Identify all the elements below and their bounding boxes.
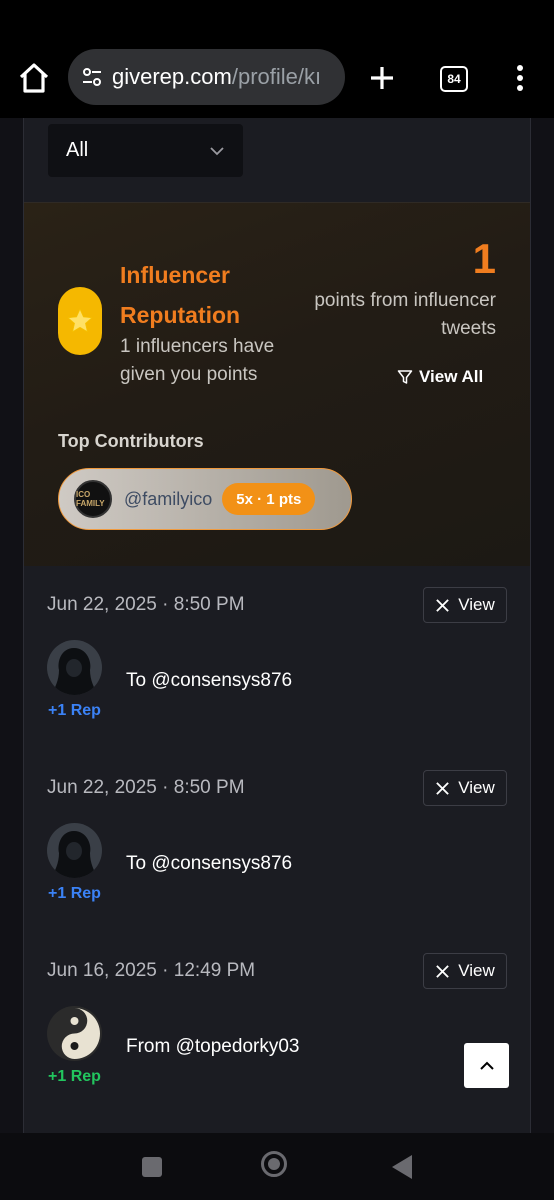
entry-date: Jun 22, 2025 · 8:50 PM [47, 594, 245, 615]
url-host: giverep.com [112, 64, 232, 89]
home-nav-icon[interactable] [261, 1151, 287, 1177]
reputation-points-label: points from influencer tweets [314, 290, 496, 339]
view-all-label: View All [419, 367, 484, 386]
view-tweet-button[interactable]: View [423, 770, 507, 806]
x-logo-icon [436, 964, 450, 978]
view-tweet-button[interactable]: View [423, 587, 507, 623]
list-item: Jun 22, 2025 · 8:50 PM View +1 Rep To @c… [24, 566, 530, 749]
avatar [47, 1006, 102, 1061]
reputation-points: 1 [472, 235, 496, 282]
back-icon[interactable] [392, 1155, 412, 1179]
rep-delta: +1 Rep [48, 1068, 101, 1085]
url-path: /profile/kı [231, 64, 322, 89]
scroll-to-top-button[interactable] [464, 1043, 509, 1088]
contributor-points-badge: 5x · 1 pts [222, 483, 316, 515]
filter-icon [397, 370, 413, 384]
avatar: ICO FAMILY [74, 480, 112, 518]
address-bar[interactable]: giverep.com/profile/kı [68, 49, 345, 105]
chevron-down-icon [210, 146, 224, 155]
influencer-reputation-card: Influencer Reputation 1 influencers have… [24, 203, 530, 566]
filter-selected-value: All [66, 139, 89, 161]
recents-icon[interactable] [142, 1157, 162, 1177]
url-text: giverep.com/profile/kı [112, 64, 321, 90]
avatar [47, 640, 102, 695]
entry-text: To @consensys876 [126, 853, 293, 874]
avatar [47, 823, 102, 878]
entry-date: Jun 22, 2025 · 8:50 PM [47, 777, 245, 798]
list-item: Jun 22, 2025 · 8:50 PM View +1 Rep To @c… [24, 749, 530, 932]
entry-date: Jun 16, 2025 · 12:49 PM [47, 960, 256, 981]
site-settings-icon[interactable] [80, 65, 104, 89]
star-icon [67, 308, 93, 333]
contributor-chip[interactable]: ICO FAMILY @familyico 5x · 1 pts [58, 468, 352, 530]
x-logo-icon [436, 781, 450, 795]
more-menu-icon[interactable] [510, 62, 530, 94]
new-tab-icon[interactable] [366, 62, 398, 94]
rep-delta: +1 Rep [48, 702, 101, 719]
entry-text: From @topedorky03 [126, 1036, 300, 1057]
page-content: All Influencer Reputation 1 influencers … [0, 118, 554, 1133]
tab-switcher-button[interactable]: 84 [440, 66, 468, 92]
star-badge [58, 287, 102, 355]
contributor-handle: @familyico [124, 488, 213, 509]
view-tweet-button[interactable]: View [423, 953, 507, 989]
system-nav-bar [0, 1133, 554, 1200]
entry-text: To @consensys876 [126, 670, 293, 691]
view-button-label: View [458, 961, 495, 980]
reputation-subtitle: 1 influencers have given you points [120, 336, 275, 385]
list-item: Jun 16, 2025 · 12:49 PM View +1 Rep From… [24, 932, 530, 1115]
chevron-up-icon [479, 1061, 494, 1070]
reputation-title: Influencer Reputation [120, 262, 241, 328]
browser-toolbar: giverep.com/profile/kı 84 [0, 0, 554, 118]
rep-delta: +1 Rep [48, 885, 101, 902]
x-logo-icon [436, 598, 450, 612]
top-contributors-heading: Top Contributors [58, 431, 204, 451]
view-all-button[interactable]: View All [397, 367, 483, 387]
view-button-label: View [458, 595, 495, 614]
home-icon[interactable] [16, 60, 52, 96]
profile-panel: All Influencer Reputation 1 influencers … [23, 118, 531, 1133]
filter-dropdown[interactable]: All [48, 124, 243, 177]
view-button-label: View [458, 778, 495, 797]
